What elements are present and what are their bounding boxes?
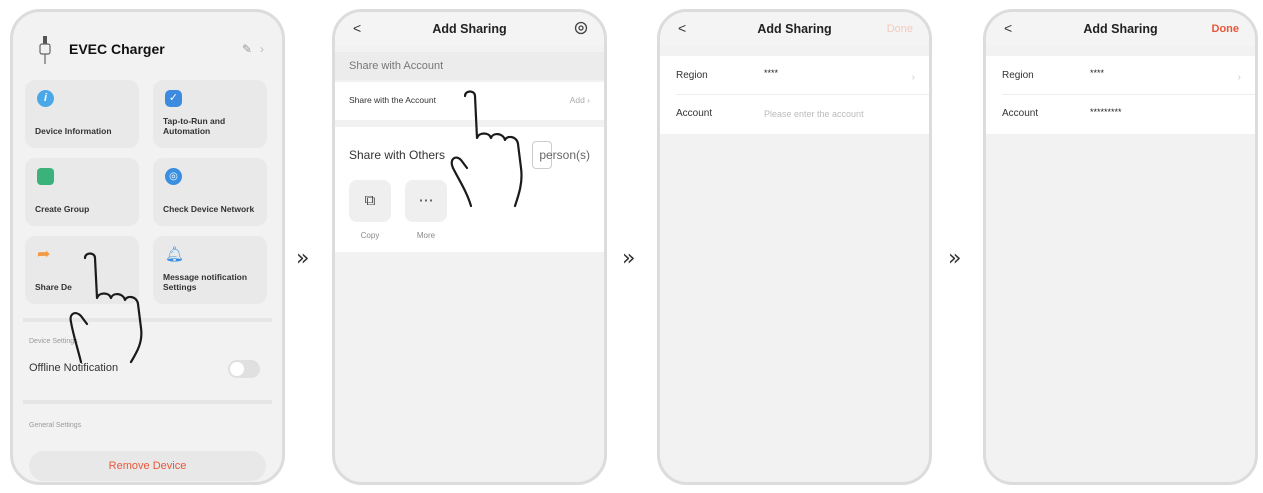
tile-device-information[interactable]: i Device Information (25, 80, 139, 148)
copy-button[interactable]: ⧉ (349, 180, 391, 222)
pointing-hand-icon (450, 90, 523, 208)
share-account-label: Share with the Account (349, 95, 436, 105)
add-label: Add (569, 95, 585, 105)
pointing-hand-icon (69, 252, 143, 364)
copy-icon: ⧉ (364, 192, 376, 209)
device-title: EVEC Charger (69, 41, 165, 57)
top-bar: < Add Sharing Done (986, 12, 1255, 46)
charger-plug-icon (39, 36, 51, 64)
automation-check-icon: ✓ (165, 90, 182, 107)
share-with-account-header: Share with Account (335, 52, 604, 80)
tile-message-notification[interactable]: 🔔︎ Message notification Settings (153, 236, 267, 304)
chevron-right-icon: › (260, 42, 264, 56)
account-label: Account (676, 108, 713, 119)
region-value[interactable]: **** (764, 68, 778, 78)
create-group-icon (37, 168, 54, 185)
edit-pencil-icon[interactable]: ✎ (242, 42, 252, 56)
region-label: Region (1002, 70, 1034, 81)
more-dots-icon: ⋯ (418, 192, 434, 209)
settings-gear-icon[interactable] (574, 21, 588, 35)
tile-label: Create Group (35, 204, 90, 215)
bell-icon: 🔔︎ (165, 246, 185, 263)
next-step-arrow-icon: » (948, 246, 962, 271)
tile-check-network[interactable]: ◎ Check Device Network (153, 158, 267, 226)
divider (23, 400, 272, 404)
phone-device-settings: EVEC Charger ✎ › i Device Information ✓ … (10, 9, 285, 485)
chevron-right-icon: › (1237, 72, 1241, 83)
tile-tap-to-run[interactable]: ✓ Tap-to-Run and Automation (153, 80, 267, 148)
info-icon: i (37, 90, 54, 107)
more-label: More (416, 231, 436, 240)
page-title: Add Sharing (432, 22, 507, 36)
sharing-form: Region **** › Account Please enter the a… (660, 56, 929, 134)
done-button[interactable]: Done (887, 23, 913, 35)
divider (1002, 94, 1255, 95)
phone-add-sharing-options: < Add Sharing Share with Account Share w… (332, 9, 607, 485)
person-unit-label: person(s) (539, 148, 590, 162)
sharing-form: Region **** › Account ********* (986, 56, 1255, 134)
tile-label: Device Information (35, 126, 112, 137)
remove-device-button[interactable]: Remove Device (29, 451, 266, 481)
tile-create-group[interactable]: Create Group (25, 158, 139, 226)
top-bar: < Add Sharing (335, 12, 604, 46)
tile-label: Check Device Network (163, 204, 255, 215)
account-input[interactable]: Please enter the account (764, 109, 864, 119)
phone-add-sharing-empty: < Add Sharing Done Region **** › Account… (657, 9, 932, 485)
top-bar: < Add Sharing Done (660, 12, 929, 46)
add-link[interactable]: Add › (570, 95, 590, 105)
tile-label: Tap-to-Run and Automation (163, 116, 226, 137)
region-value[interactable]: **** (1090, 68, 1104, 78)
divider (676, 94, 929, 95)
chevron-right-icon: › (911, 72, 915, 83)
more-button[interactable]: ⋯ (405, 180, 447, 222)
account-input[interactable]: ********* (1090, 107, 1122, 117)
account-label: Account (1002, 108, 1039, 119)
done-button[interactable]: Done (1212, 23, 1240, 35)
network-icon: ◎ (165, 168, 182, 185)
offline-notification-toggle[interactable] (228, 360, 260, 378)
region-label: Region (676, 70, 708, 81)
copy-label: Copy (360, 231, 380, 240)
tile-label: Message notification Settings (163, 272, 248, 293)
share-arrow-icon: ➦ (37, 246, 51, 263)
phone-add-sharing-filled: < Add Sharing Done Region **** › Account… (983, 9, 1258, 485)
general-settings-label: General Settings (29, 422, 82, 429)
next-step-arrow-icon: » (622, 246, 636, 271)
share-with-others-label: Share with Others (349, 148, 446, 162)
next-step-arrow-icon: » (296, 246, 310, 271)
